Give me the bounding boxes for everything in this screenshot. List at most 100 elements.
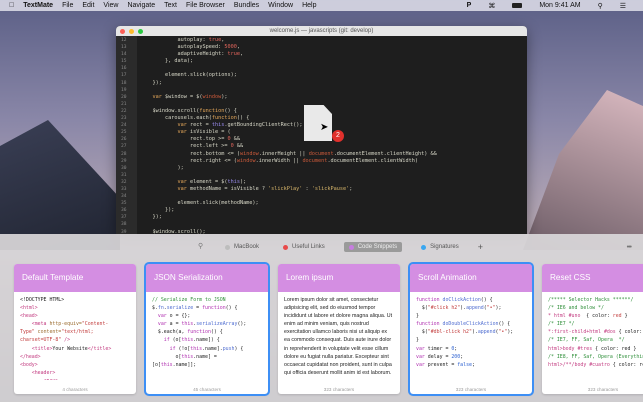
code-token: function (211, 115, 237, 122)
menu-file[interactable]: File (62, 2, 73, 9)
snippet-token: "text/html; (61, 329, 94, 336)
snippet-line: function doClickAction() { (416, 296, 526, 304)
code-token: , (221, 37, 225, 43)
clock[interactable]: Mon 9:41 AM (539, 2, 580, 9)
snippet-line: var prevent = false; (416, 361, 526, 369)
snippet-token: var (157, 313, 167, 320)
menu-view[interactable]: View (103, 2, 118, 9)
code-line: }); (140, 207, 527, 214)
snippet-shelf: ⚲ MacBook Useful Links Code Snippets Signat… (0, 234, 643, 402)
snippet-card[interactable]: Lorem ipsum Lorem ipsum dolor sit amet, c… (278, 264, 400, 394)
snippet-token: ) { (234, 345, 244, 352)
code-line: }); (140, 214, 527, 221)
close-button[interactable] (120, 28, 125, 34)
code-token: var (177, 129, 187, 136)
snippet-token: /***** Selector Hacks ******/ (548, 297, 634, 303)
snippet-token: delay = (424, 353, 452, 360)
snippet-title: JSON Serialization (146, 264, 268, 292)
snippet-card[interactable]: Scroll Animation function doClickAction()… (408, 262, 534, 396)
snippet-token: Your Website (52, 345, 88, 352)
snippet-preview: /***** Selector Hacks ******/ /* IE6 and … (542, 292, 643, 380)
snippet-token: a = (166, 321, 182, 328)
snippet-token: <html> (20, 305, 38, 312)
line-number: 35 (121, 201, 127, 207)
code-line: autoplaySpeed: 5000, (140, 44, 527, 51)
line-number: 20 (121, 94, 127, 100)
tab-color-dot (283, 244, 289, 250)
snippet-char-count: 323 characters (455, 387, 487, 392)
snippet-line: <!DOCTYPE HTML> (20, 296, 130, 304)
code-token: }, data); (140, 58, 194, 65)
line-number: 38 (121, 222, 127, 228)
parking-icon[interactable]: P (467, 2, 472, 9)
line-number: 27 (121, 144, 127, 150)
menu-window[interactable]: Window (268, 2, 293, 9)
code-line: element.slick(options); (140, 72, 527, 79)
snippet-token: this (181, 337, 194, 344)
menu-navigate[interactable]: Navigate (127, 2, 155, 9)
add-tab-button[interactable]: + (478, 242, 483, 252)
code-token: this (227, 178, 240, 185)
snippet-line: if (o[this.name]) { (152, 336, 262, 344)
wifi-icon[interactable]: ⌘ (488, 2, 495, 10)
snippet-token: function (416, 297, 440, 303)
tab-macbook[interactable]: MacBook (220, 242, 264, 252)
zoom-button[interactable] (138, 28, 143, 34)
snippet-token: <nav> (20, 378, 59, 380)
snippet-token: * html #uno (548, 313, 581, 320)
code-token: .innerWidth || (255, 157, 303, 164)
code-token: window (236, 157, 256, 164)
snippet-card[interactable]: Reset CSS/***** Selector Hacks ******//*… (542, 264, 643, 394)
snippet-title: Default Template (14, 264, 136, 292)
menu-file-browser[interactable]: File Browser (186, 2, 225, 9)
battery-icon[interactable] (512, 3, 523, 8)
snippet-line: /* IE7 */ (548, 320, 643, 328)
snippet-char-count: 45 characters (193, 387, 221, 392)
tab-color-dot (348, 244, 354, 250)
apple-icon[interactable]:  (9, 2, 14, 9)
line-number: 33 (121, 186, 127, 192)
snippet-token: function (187, 329, 211, 336)
snippet-line: [o[this.name]]; (152, 361, 262, 369)
search-icon[interactable]: ⚲ (198, 242, 203, 250)
line-number: 37 (121, 215, 127, 221)
drag-count-badge: 2 (332, 130, 344, 142)
snippet-token: </title> (87, 345, 112, 352)
spotlight-search-icon[interactable]: ⚲ (598, 2, 603, 10)
snippet-token: $( (416, 329, 428, 336)
snippet-token: doClickAction (442, 297, 481, 303)
menu-help[interactable]: Help (302, 2, 316, 9)
code-line: var element = $(this); (140, 179, 527, 186)
code-token: rect.right <= ( (140, 157, 237, 164)
more-options-button[interactable]: ••• (627, 244, 632, 251)
menu-app-name[interactable]: TextMate (23, 2, 53, 9)
snippet-token: o[ (152, 353, 182, 360)
menu-edit[interactable]: Edit (82, 2, 94, 9)
snippet-card[interactable]: Default Template <!DOCTYPE HTML> <html> <he… (14, 264, 136, 394)
snippet-token: Type" (20, 329, 35, 336)
snippet-token: var (157, 321, 167, 328)
snippet-line: var timer = 0; (416, 345, 526, 353)
notification-center-icon[interactable]: ☰ (620, 2, 626, 10)
tab-signatures[interactable]: Signatures (416, 242, 464, 252)
snippet-token: /> (61, 337, 71, 344)
menu-text[interactable]: Text (164, 2, 177, 9)
snippet-line: var a = this.serializeArray(); (152, 320, 262, 328)
tab-useful-links[interactable]: Useful Links (278, 242, 330, 252)
window-title: welcome.js — javascripts (git: develop) (269, 28, 374, 34)
snippet-token: <body> (20, 361, 38, 368)
snippet-token: prevent = (424, 361, 458, 368)
snippet-card[interactable]: JSON Serialization// Serialize Form to J… (144, 262, 270, 396)
code-line: carousels.each(function() { (140, 115, 527, 122)
line-number: 36 (121, 208, 127, 214)
snippet-token (152, 346, 170, 352)
code-token: var (177, 185, 187, 192)
code-token: function (199, 107, 225, 114)
code-token: $window.scroll( (140, 107, 200, 114)
minimize-button[interactable] (129, 28, 134, 34)
tab-color-dot (421, 244, 427, 250)
tab-code-snippets[interactable]: Code Snippets (343, 242, 403, 252)
menu-bundles[interactable]: Bundles (234, 2, 259, 9)
snippet-line: Type" content="text/html; (20, 328, 130, 336)
